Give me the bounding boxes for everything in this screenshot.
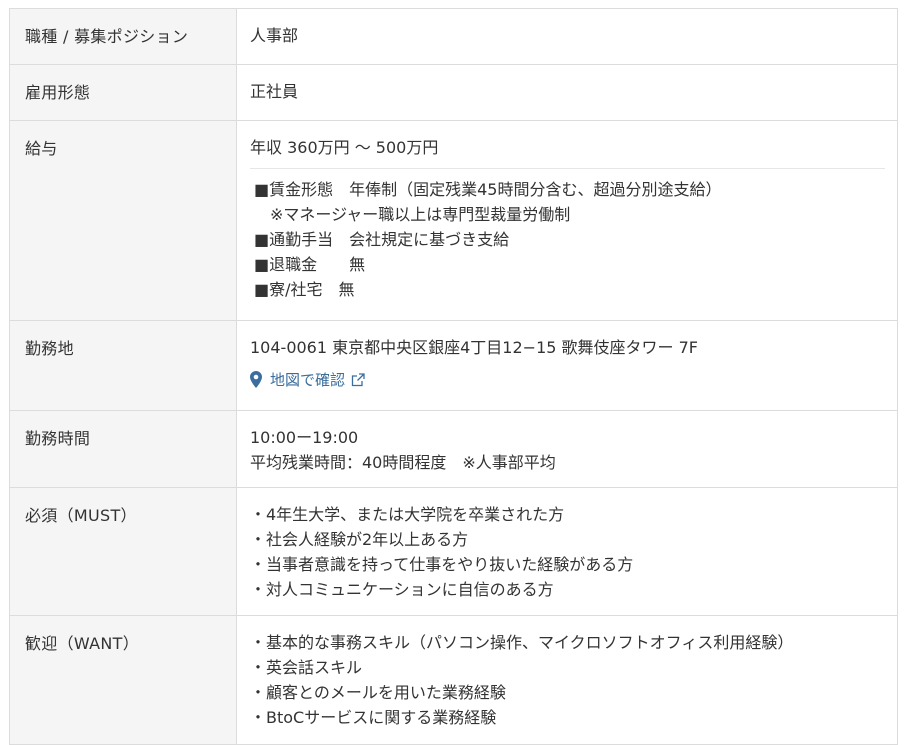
- list-item: ・基本的な事務スキル（パソコン操作、マイクロソフトオフィス利用経験）: [250, 633, 794, 652]
- address: 104-0061 東京都中央区銀座4丁目12−15 歌舞伎座タワー 7F: [250, 338, 698, 357]
- row-label: 勤務地: [10, 321, 237, 410]
- external-link-icon: [351, 372, 365, 386]
- salary-range: 年収 360万円 ～ 500万円: [250, 138, 439, 157]
- employment-type-value: 正社員: [250, 82, 299, 101]
- salary-detail-line: ■賃金形態 年俸制（固定残業45時間分含む、超過分別途支給）: [254, 180, 722, 199]
- list-item: ・英会話スキル: [250, 658, 363, 677]
- list-item: ・BtoCサービスに関する業務経験: [250, 708, 497, 727]
- row-label: 職種 / 募集ポジション: [10, 9, 237, 64]
- row-value: ・4年生大学、または大学院を卒業された方 ・社会人経験が2年以上ある方 ・当事者…: [237, 488, 898, 615]
- table-row-location: 勤務地 104-0061 東京都中央区銀座4丁目12−15 歌舞伎座タワー 7F…: [10, 321, 898, 411]
- salary-detail-line: ■退職金 無: [254, 255, 366, 274]
- row-label: 給与: [10, 121, 237, 320]
- table-row-want: 歓迎（WANT） ・基本的な事務スキル（パソコン操作、マイクロソフトオフィス利用…: [10, 616, 898, 745]
- table-row-employment-type: 雇用形態 正社員: [10, 65, 898, 121]
- salary-detail-line: ■通勤手当 会社規定に基づき支給: [254, 230, 510, 249]
- row-value: 人事部: [237, 9, 898, 64]
- salary-details: ■賃金形態 年俸制（固定残業45時間分含む、超過分別途支給） ※マネージャー職以…: [250, 168, 885, 302]
- list-item: ・当事者意識を持って仕事をやり抜いた経験がある方: [250, 555, 634, 574]
- table-row-must: 必須（MUST） ・4年生大学、または大学院を卒業された方 ・社会人経験が2年以…: [10, 488, 898, 616]
- list-item: ・4年生大学、または大学院を卒業された方: [250, 505, 565, 524]
- table-row-salary: 給与 年収 360万円 ～ 500万円 ■賃金形態 年俸制（固定残業45時間分含…: [10, 121, 898, 321]
- salary-detail-line: ※マネージャー職以上は専門型裁量労働制: [254, 205, 571, 224]
- hours-line: 平均残業時間：40時間程度 ※人事部平均: [250, 453, 556, 472]
- row-value: 104-0061 東京都中央区銀座4丁目12−15 歌舞伎座タワー 7F 地図で…: [237, 321, 898, 410]
- position-value: 人事部: [250, 26, 299, 45]
- row-label: 勤務時間: [10, 411, 237, 487]
- map-link[interactable]: 地図で確認: [250, 369, 885, 390]
- map-link-label[interactable]: 地図で確認: [270, 369, 345, 390]
- map-pin-icon: [250, 371, 262, 388]
- row-value: 正社員: [237, 65, 898, 120]
- job-details-table: 職種 / 募集ポジション 人事部 雇用形態 正社員 給与 年収 360万円 ～ …: [9, 8, 898, 745]
- list-item: ・対人コミュニケーションに自信のある方: [250, 580, 554, 599]
- table-row-working-hours: 勤務時間 10:00ー19:00 平均残業時間：40時間程度 ※人事部平均: [10, 411, 898, 488]
- row-label: 雇用形態: [10, 65, 237, 120]
- hours-line: 10:00ー19:00: [250, 428, 359, 447]
- list-item: ・社会人経験が2年以上ある方: [250, 530, 469, 549]
- row-value: ・基本的な事務スキル（パソコン操作、マイクロソフトオフィス利用経験） ・英会話ス…: [237, 616, 898, 744]
- row-label: 歓迎（WANT）: [10, 616, 237, 744]
- row-value: 年収 360万円 ～ 500万円 ■賃金形態 年俸制（固定残業45時間分含む、超…: [237, 121, 898, 320]
- salary-detail-line: ■寮/社宅 無: [254, 280, 355, 299]
- table-row-position: 職種 / 募集ポジション 人事部: [10, 9, 898, 65]
- row-value: 10:00ー19:00 平均残業時間：40時間程度 ※人事部平均: [237, 411, 898, 487]
- list-item: ・顧客とのメールを用いた業務経験: [250, 683, 506, 702]
- row-label: 必須（MUST）: [10, 488, 237, 615]
